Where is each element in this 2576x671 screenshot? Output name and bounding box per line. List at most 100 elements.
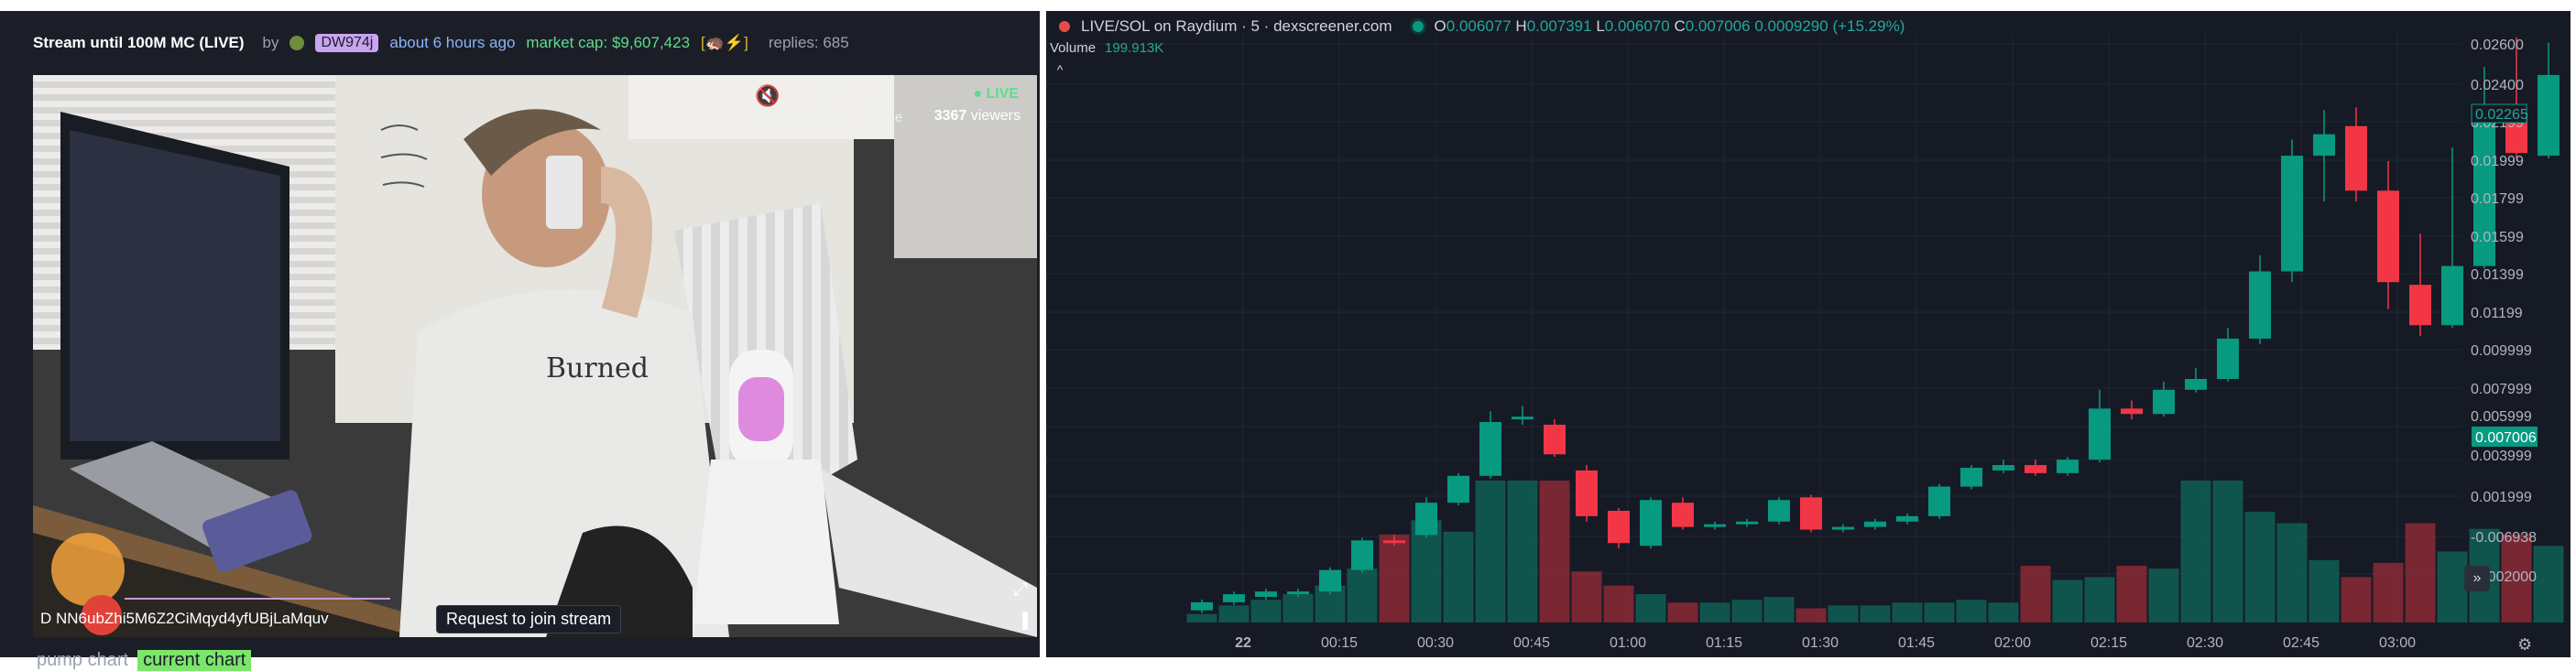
candle-body: [1864, 521, 1886, 527]
candle-body: [2185, 379, 2207, 390]
y-tick-label: 0.003999: [2471, 449, 2532, 464]
sparkle-icon: ✳: [817, 84, 835, 107]
audio-label: Audio: [749, 110, 786, 125]
candle-body: [1608, 511, 1630, 544]
x-tick-label: 02:45: [2283, 635, 2319, 651]
candle-body: [2345, 125, 2367, 191]
x-tick-label: 02:00: [1994, 635, 2031, 651]
volume-bar: [1507, 481, 1538, 622]
viewer-count: 3367 viewers: [934, 108, 1021, 124]
candle-body: [2538, 74, 2560, 157]
stream-title: Stream until 100M MC (LIVE): [33, 34, 245, 51]
live-badge: ● LIVE: [973, 86, 1019, 102]
volume-bar: [2212, 481, 2243, 622]
token-emojis: [🦔⚡]: [701, 34, 748, 51]
candle-body: [2025, 465, 2047, 473]
ohlc-low: 0.006070: [1604, 17, 1670, 35]
ohlc-key-open: O: [1434, 17, 1446, 35]
collapse-legend-button[interactable]: ^: [1050, 62, 1070, 81]
volume-bar: [1186, 613, 1217, 622]
x-tick-label: 01:15: [1706, 635, 1742, 651]
volume-bar: [1988, 602, 2019, 622]
candlestick-chart[interactable]: 0.026000.024000.021990.019990.017990.015…: [1046, 11, 2571, 657]
volume-bar: [2148, 568, 2179, 622]
candle-body: [1255, 591, 1277, 598]
candle-body: [1928, 486, 1950, 516]
join-stream-button[interactable]: Request to join stream: [436, 605, 622, 633]
candle-body: [1479, 422, 1501, 476]
volume-bar: [1731, 600, 1763, 622]
contract-address: D NN6ubZhi5M6Z2CiMqyd4yfUBjLaMquv: [40, 610, 329, 627]
y-tick-label: 0.01599: [2471, 230, 2524, 245]
candle-body: [2121, 408, 2143, 415]
y-tick-label: 0.007999: [2471, 382, 2532, 397]
x-tick-label: 22: [1235, 635, 1251, 651]
volume-bar: [1667, 602, 1698, 622]
ohlc-open: 0.006077: [1446, 17, 1512, 35]
ohlc-readout: O0.006077 H0.007391 L0.006070 C0.007006 …: [1435, 17, 1905, 36]
volume-bar: [1443, 531, 1474, 622]
candle-body: [1832, 526, 1854, 530]
replies-count[interactable]: replies: 685: [769, 34, 849, 52]
volume-bar: [2437, 551, 2468, 622]
candle-body: [1447, 475, 1469, 503]
candle-body: [1992, 465, 2014, 471]
candle-body: [1383, 540, 1405, 544]
chart-settings-icon[interactable]: ⚙: [2517, 635, 2532, 655]
candle-body: [2089, 408, 2111, 460]
react-label: React: [808, 110, 845, 125]
volume-bar: [1347, 568, 1378, 622]
ohlc-key-close: C: [1674, 17, 1686, 35]
candle-body: [1768, 500, 1790, 522]
creator-badge[interactable]: DW974j: [315, 34, 379, 52]
market-status-icon: [1412, 21, 1424, 32]
volume-bar: [2405, 523, 2436, 622]
price-chart-panel: 0.026000.024000.021990.019990.017990.015…: [1046, 11, 2571, 657]
volume-bar: [1571, 571, 1602, 622]
x-tick-label: 01:30: [1802, 635, 1839, 651]
x-tick-label: 00:45: [1513, 635, 1550, 651]
candle-body: [1191, 601, 1213, 611]
candle-body: [1512, 417, 1534, 420]
volume-bar: [1603, 585, 1634, 622]
x-tick-label: 02:30: [2187, 635, 2223, 651]
candle-body: [1415, 503, 1437, 536]
volume-bar: [1763, 597, 1795, 622]
volume-bar: [1699, 602, 1730, 622]
y-tick-label: 0.01799: [2471, 191, 2524, 207]
volume-bar: [1956, 600, 1987, 622]
volume-readout: Volume 199.913K: [1050, 40, 1163, 56]
ohlc-close: 0.007006: [1685, 17, 1751, 35]
video-frame: Burned: [33, 75, 1037, 637]
x-tick-label: 01:45: [1898, 635, 1935, 651]
audio-button[interactable]: 🔇 Audio: [742, 82, 793, 135]
volume-bar: [2244, 512, 2276, 622]
candle-body: [1960, 467, 1982, 487]
stream-header: Stream until 100M MC (LIVE) by DW974j ab…: [33, 33, 849, 53]
fullscreen-icon[interactable]: ⤢: [1013, 579, 1028, 601]
x-tick-label: 01:00: [1610, 635, 1646, 651]
live-video[interactable]: Burned 🔇 Audio ✳ React ⇥ Close ● LIVE 33…: [33, 75, 1037, 637]
volume-bar: [1539, 481, 1570, 622]
ohlc-change: 0.0009290 (+15.29%): [1754, 17, 1905, 35]
volume-bar: [1860, 605, 1891, 622]
candle-body: [1800, 497, 1822, 530]
close-button[interactable]: ⇥ Close: [859, 82, 911, 135]
volume-bar: [1250, 600, 1282, 622]
volume-bar: [1828, 605, 1859, 622]
candle-body: [1287, 591, 1309, 595]
ohlc-high: 0.007391: [1526, 17, 1592, 35]
scroll-to-latest-button[interactable]: »: [2464, 566, 2490, 591]
volume-bar: [1924, 602, 1955, 622]
candle-body: [1736, 521, 1758, 525]
by-label: by: [262, 34, 279, 51]
candle-body: [2281, 156, 2303, 272]
candle-body: [1896, 515, 1918, 522]
volume-bar: [2116, 566, 2147, 622]
y-tick-label: 0.01199: [2471, 306, 2523, 321]
react-button[interactable]: ✳ React: [801, 82, 852, 135]
volume-bar: [2533, 546, 2564, 622]
y-tick-label: 0.02600: [2471, 38, 2524, 53]
volume-bar: [2373, 562, 2404, 622]
x-tick-label: 03:00: [2379, 635, 2416, 651]
